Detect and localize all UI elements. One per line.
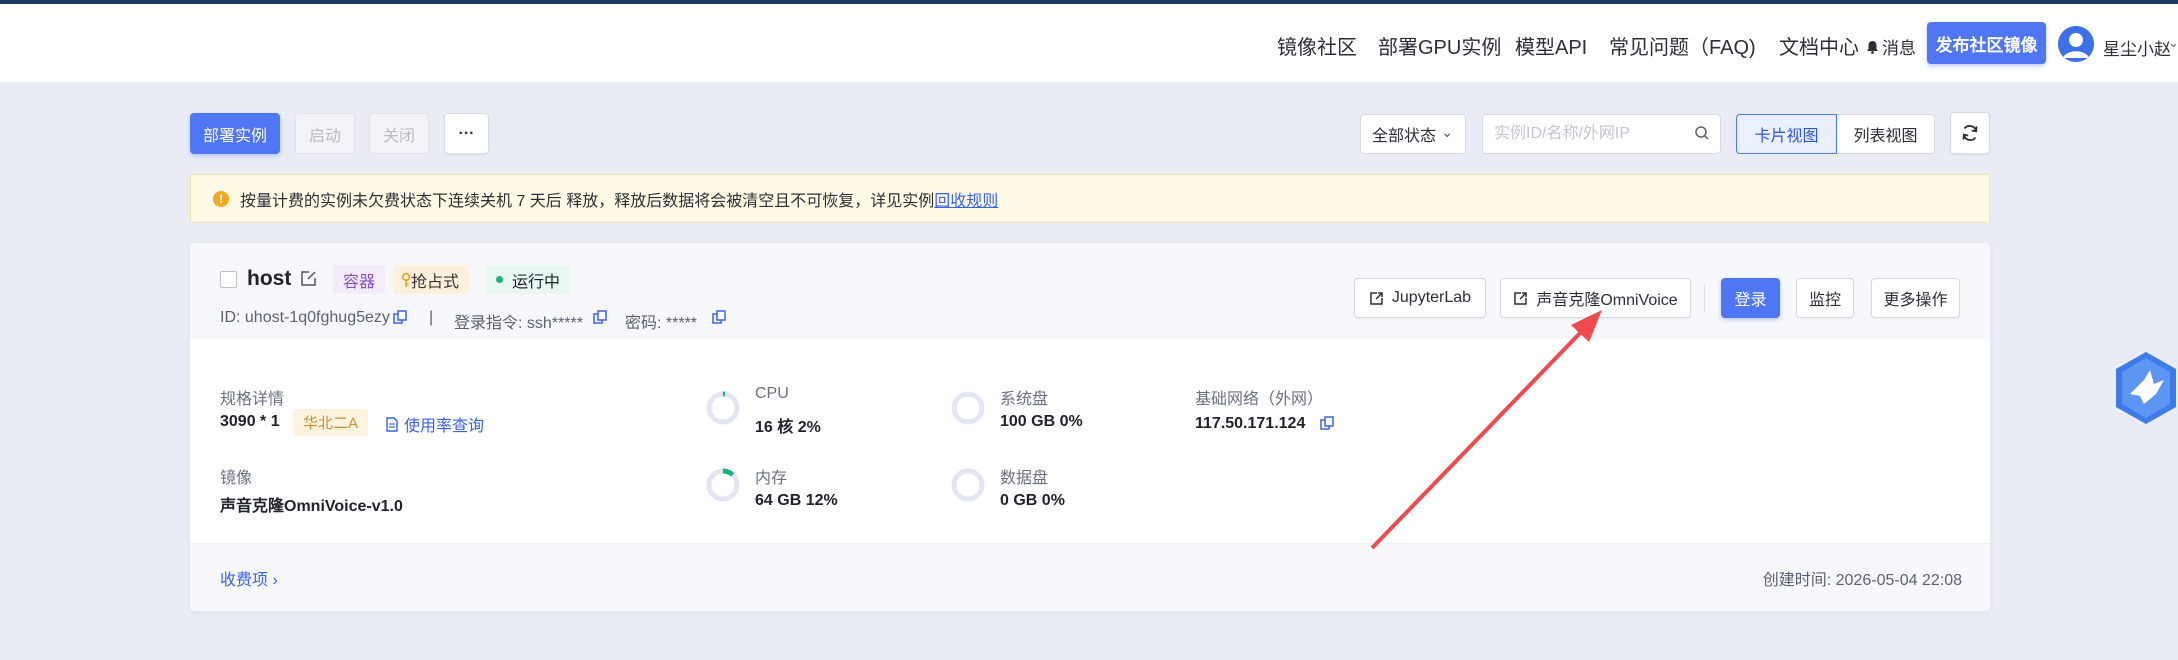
list-view-toggle[interactable]: 列表视图: [1837, 114, 1935, 154]
status-filter-select[interactable]: 全部状态 ⌄: [1360, 114, 1466, 154]
instance-id: ID: uhost-1q0fghug5ezy: [220, 309, 390, 326]
notice-text: 按量计费的实例未欠费状态下连续关机 7 天后 释放，释放后数据将会被清空且不可恢…: [240, 192, 935, 210]
tag-spot-billing: 抢占式: [393, 265, 470, 294]
usage-query-link[interactable]: 使用率查询: [386, 412, 484, 436]
usage-query-label: 使用率查询: [404, 418, 485, 435]
system-disk-ring: [951, 391, 985, 425]
status-dot: [496, 276, 503, 283]
nav-mirror-community[interactable]: 镜像社区: [1277, 31, 1357, 60]
system-disk-value: 100 GB 0%: [1000, 413, 1083, 430]
cpu-label: CPU: [755, 385, 789, 402]
copy-icon[interactable]: [712, 310, 726, 324]
status-label: 运行中: [512, 273, 561, 291]
start-button[interactable]: 启动: [295, 113, 355, 154]
nav-faq[interactable]: 常见问题（FAQ): [1609, 31, 1756, 60]
tag-spot-label: 抢占式: [411, 273, 460, 291]
search-icon[interactable]: [1694, 125, 1710, 141]
instance-card: host 容器 抢占式 运行中 ID: uhost-1q0fghug5ezy |…: [190, 243, 1990, 611]
spec-value: 3090 * 1: [220, 413, 280, 430]
chevron-down-icon[interactable]: ⌄: [2168, 35, 2178, 51]
status-badge: 运行中: [486, 265, 571, 294]
network-ip: 117.50.171.124: [1195, 415, 1306, 432]
document-icon: [386, 416, 398, 432]
fee-items-link[interactable]: 收费项 ›: [220, 566, 278, 590]
edit-icon[interactable]: [300, 270, 317, 287]
messages-link[interactable]: 消息: [1866, 34, 1916, 59]
tag-container-type: 容器: [333, 265, 386, 294]
username[interactable]: 星尘小赵: [2103, 35, 2171, 60]
data-disk-value: 0 GB 0%: [1000, 492, 1065, 509]
cpu-value: 16 核 2%: [755, 419, 821, 436]
floating-assistant-icon[interactable]: [2114, 350, 2178, 426]
spec-label: 规格详情: [220, 391, 285, 408]
recycle-rules-link[interactable]: 回收规则: [934, 187, 998, 211]
instance-name: host: [247, 267, 292, 290]
memory-label: 内存: [755, 470, 788, 487]
release-notice-banner: ! 按量计费的实例未欠费状态下连续关机 7 天后 释放，释放后数据将会被清空且不…: [190, 174, 1990, 223]
more-button[interactable]: ···: [444, 113, 489, 154]
copy-icon[interactable]: [593, 310, 607, 324]
data-disk-label: 数据盘: [1000, 470, 1049, 487]
memory-usage-ring: [706, 468, 740, 502]
publish-image-button[interactable]: 发布社区镜像: [1927, 22, 2046, 64]
action-divider: [1704, 285, 1705, 312]
copy-icon[interactable]: [393, 310, 407, 324]
status-filter-value: 全部状态: [1372, 128, 1437, 145]
meta-separator: |: [429, 309, 434, 326]
nav-model-api[interactable]: 模型API: [1515, 31, 1587, 60]
card-view-toggle[interactable]: 卡片视图: [1736, 114, 1837, 154]
memory-value: 64 GB 12%: [755, 492, 838, 509]
deploy-instance-button[interactable]: 部署实例: [190, 113, 280, 154]
instance-card-footer: [190, 543, 1990, 611]
login-command: 登录指令: ssh*****: [454, 315, 583, 332]
external-link-icon: [1514, 291, 1528, 305]
search-input[interactable]: [1483, 115, 1683, 153]
chevron-down-icon: ⌄: [1441, 124, 1453, 140]
region-tag: 华北二A: [293, 409, 369, 436]
refresh-icon: [1962, 125, 1978, 141]
warning-icon: !: [213, 190, 229, 207]
close-button[interactable]: 关闭: [369, 113, 429, 154]
omnivoice-app-label: 声音克隆OmniVoice: [1536, 292, 1678, 309]
nav-deploy-gpu[interactable]: 部署GPU实例: [1378, 31, 1501, 60]
top-header: 镜像社区 部署GPU实例 模型API 常见问题（FAQ) 文档中心 消息 发布社…: [0, 4, 2178, 82]
network-label: 基础网络（外网）: [1195, 391, 1324, 408]
nav-docs[interactable]: 文档中心: [1779, 31, 1859, 60]
data-disk-ring: [951, 468, 985, 502]
key-icon: [401, 272, 411, 287]
instance-checkbox[interactable]: [220, 271, 237, 288]
copy-icon[interactable]: [1320, 416, 1334, 430]
more-actions-button[interactable]: 更多操作: [1871, 278, 1960, 318]
system-disk-label: 系统盘: [1000, 391, 1049, 408]
jupyterlab-button[interactable]: JupyterLab: [1354, 278, 1486, 318]
cpu-usage-ring: [706, 391, 740, 425]
user-avatar-icon: [2058, 26, 2094, 62]
search-box[interactable]: [1482, 114, 1721, 154]
created-time: 创建时间: 2026-05-04 22:08: [1762, 572, 1962, 589]
bell-icon: [1867, 40, 1878, 54]
image-label: 镜像: [220, 470, 253, 487]
omnivoice-app-button[interactable]: 声音克隆OmniVoice: [1500, 278, 1691, 318]
messages-label: 消息: [1882, 39, 1916, 58]
password: 密码: *****: [625, 315, 698, 332]
refresh-button[interactable]: [1950, 112, 1990, 154]
login-button[interactable]: 登录: [1721, 278, 1780, 318]
monitor-button[interactable]: 监控: [1796, 278, 1854, 318]
external-link-icon: [1370, 291, 1383, 305]
jupyterlab-label: JupyterLab: [1391, 289, 1472, 306]
user-avatar[interactable]: [2058, 26, 2094, 62]
image-value: 声音克隆OmniVoice-v1.0: [220, 498, 403, 515]
